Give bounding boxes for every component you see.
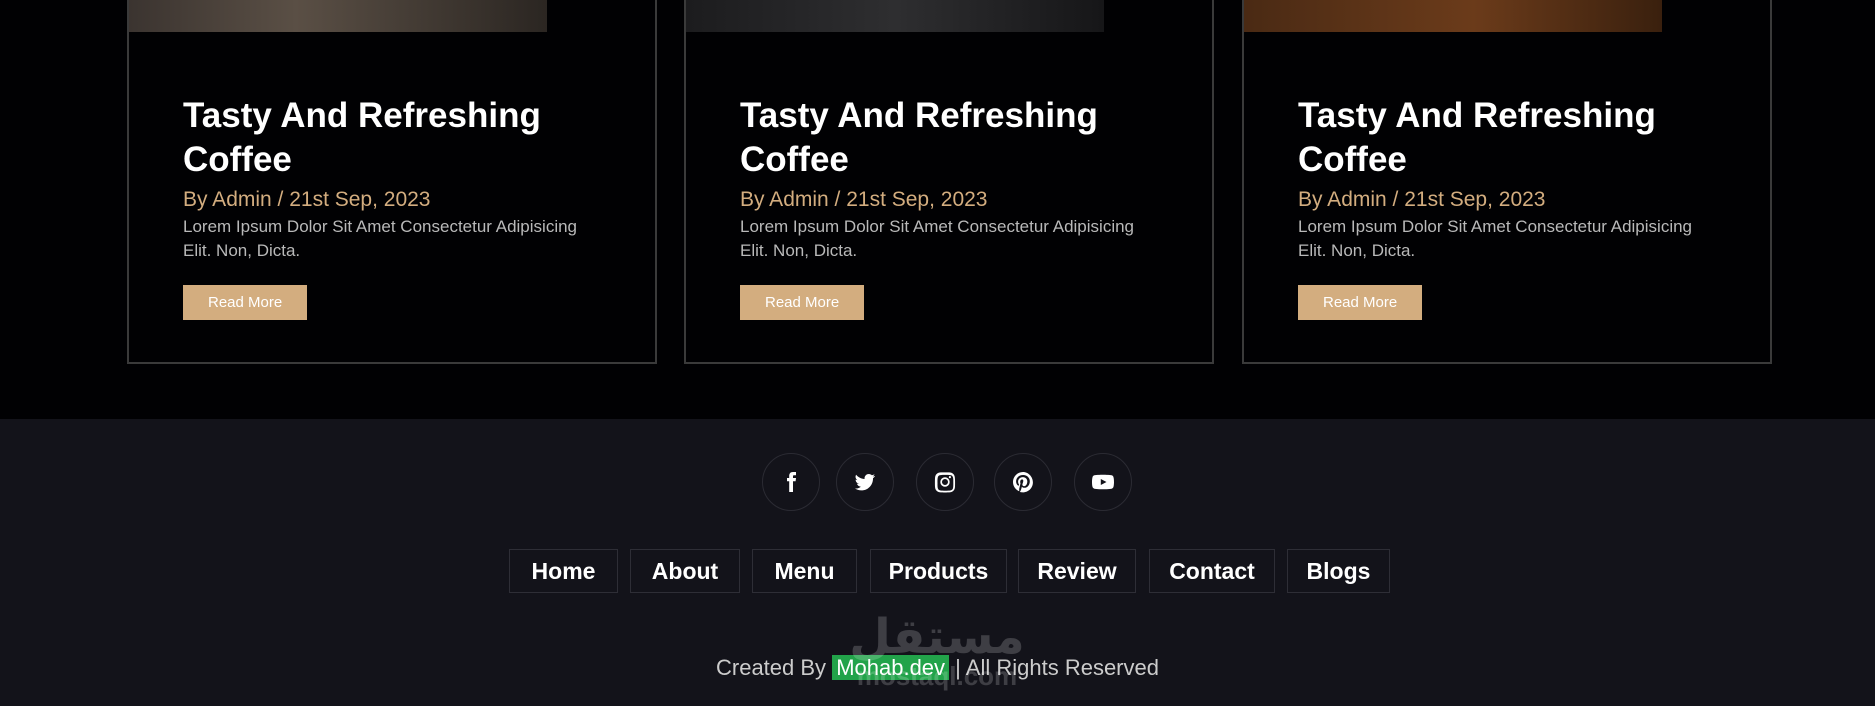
instagram-icon[interactable] bbox=[916, 453, 974, 511]
blog-card-meta: By Admin / 21st Sep, 2023 bbox=[183, 188, 431, 211]
footer-link-home[interactable]: Home bbox=[509, 549, 618, 593]
pinterest-icon[interactable] bbox=[994, 453, 1052, 511]
footer-credit: Created By Mohab.dev | All Rights Reserv… bbox=[0, 655, 1875, 681]
credit-suffix: | All Rights Reserved bbox=[955, 655, 1159, 680]
footer: Home About Menu Products Review Contact … bbox=[0, 419, 1875, 706]
blog-card-meta: By Admin / 21st Sep, 2023 bbox=[1298, 188, 1546, 211]
blog-card-title: Tasty And Refreshing Coffee bbox=[183, 96, 541, 179]
blog-card-image bbox=[686, 0, 1104, 32]
read-more-button[interactable]: Read More bbox=[183, 285, 308, 320]
facebook-icon[interactable] bbox=[762, 453, 820, 511]
footer-link-products[interactable]: Products bbox=[870, 549, 1007, 593]
blog-card: Tasty And Refreshing Coffee By Admin / 2… bbox=[684, 0, 1214, 364]
credit-prefix: Created By bbox=[716, 655, 827, 680]
footer-nav: Home About Menu Products Review Contact … bbox=[0, 549, 1875, 593]
blog-card-image bbox=[129, 0, 547, 32]
twitter-icon[interactable] bbox=[836, 453, 894, 511]
footer-link-contact[interactable]: Contact bbox=[1149, 549, 1275, 593]
read-more-button[interactable]: Read More bbox=[1298, 285, 1423, 320]
blog-card-image bbox=[1244, 0, 1662, 32]
footer-link-blogs[interactable]: Blogs bbox=[1287, 549, 1390, 593]
credit-author: Mohab.dev bbox=[832, 655, 950, 680]
social-links bbox=[0, 453, 1875, 511]
blog-card-title: Tasty And Refreshing Coffee bbox=[740, 96, 1098, 179]
read-more-button[interactable]: Read More bbox=[740, 285, 865, 320]
blog-card-excerpt: Lorem Ipsum Dolor Sit Amet Consectetur A… bbox=[740, 217, 1135, 260]
blog-card-title: Tasty And Refreshing Coffee bbox=[1298, 96, 1656, 179]
youtube-icon[interactable] bbox=[1074, 453, 1132, 511]
blog-card-meta: By Admin / 21st Sep, 2023 bbox=[740, 188, 988, 211]
footer-link-about[interactable]: About bbox=[630, 549, 740, 593]
footer-link-menu[interactable]: Menu bbox=[752, 549, 857, 593]
blog-card-excerpt: Lorem Ipsum Dolor Sit Amet Consectetur A… bbox=[183, 217, 578, 260]
footer-link-review[interactable]: Review bbox=[1018, 549, 1136, 593]
blog-card-excerpt: Lorem Ipsum Dolor Sit Amet Consectetur A… bbox=[1298, 217, 1693, 260]
blog-card: Tasty And Refreshing Coffee By Admin / 2… bbox=[127, 0, 657, 364]
blog-card: Tasty And Refreshing Coffee By Admin / 2… bbox=[1242, 0, 1772, 364]
blogs-section: Tasty And Refreshing Coffee By Admin / 2… bbox=[0, 0, 1875, 419]
